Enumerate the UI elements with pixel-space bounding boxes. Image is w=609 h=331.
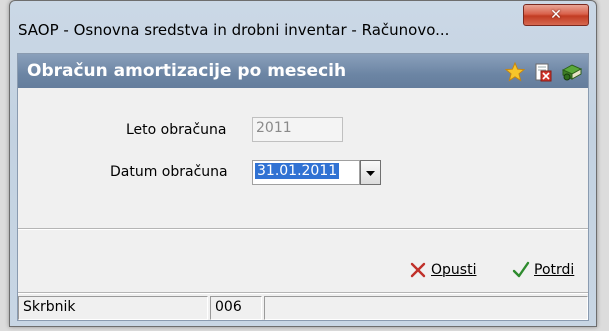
date-dropdown-button[interactable] — [360, 160, 381, 185]
date-field[interactable]: 31.01.2011 — [252, 160, 360, 185]
year-value: 2011 — [256, 120, 292, 136]
confirm-button[interactable]: Potrdi — [512, 261, 574, 279]
close-icon: ✕ — [550, 7, 562, 23]
window-titlebar[interactable]: SAOP - Osnovna sredstva in drobni invent… — [10, 1, 596, 45]
status-user: Skrbnik — [18, 296, 208, 320]
cancel-label: Opusti — [431, 262, 477, 278]
form-header: Obračun amortizacije po mesecih — [18, 54, 588, 88]
close-button[interactable]: ✕ — [523, 4, 589, 26]
window-title: SAOP - Osnovna sredstva in drobni invent… — [18, 21, 450, 39]
chevron-down-icon — [366, 171, 375, 176]
status-code-value: 006 — [215, 299, 242, 315]
cancel-button[interactable]: Opusti — [409, 261, 476, 279]
delete-document-icon[interactable] — [533, 62, 553, 82]
close-icon — [410, 262, 426, 278]
form-title: Obračun amortizacije po mesecih — [27, 61, 347, 81]
status-code: 006 — [210, 296, 262, 320]
year-field: 2011 — [252, 117, 343, 142]
dialog-body: Obračun amortizacije po mesecih Leto obr… — [17, 53, 589, 321]
status-user-label: Skrbnik — [23, 299, 76, 315]
date-label: Datum obračuna — [110, 164, 228, 180]
star-icon[interactable] — [505, 62, 525, 82]
app-window: SAOP - Osnovna sredstva in drobni invent… — [9, 0, 597, 327]
form-separator — [18, 228, 588, 230]
year-label: Leto obračuna — [126, 122, 227, 138]
status-separator — [18, 292, 588, 294]
confirm-label: Potrdi — [534, 262, 575, 278]
status-bar: Skrbnik 006 — [18, 296, 588, 320]
status-extra — [264, 296, 588, 320]
date-value: 31.01.2011 — [255, 163, 340, 179]
checkmark-icon — [512, 261, 530, 278]
book-icon[interactable] — [561, 62, 583, 82]
